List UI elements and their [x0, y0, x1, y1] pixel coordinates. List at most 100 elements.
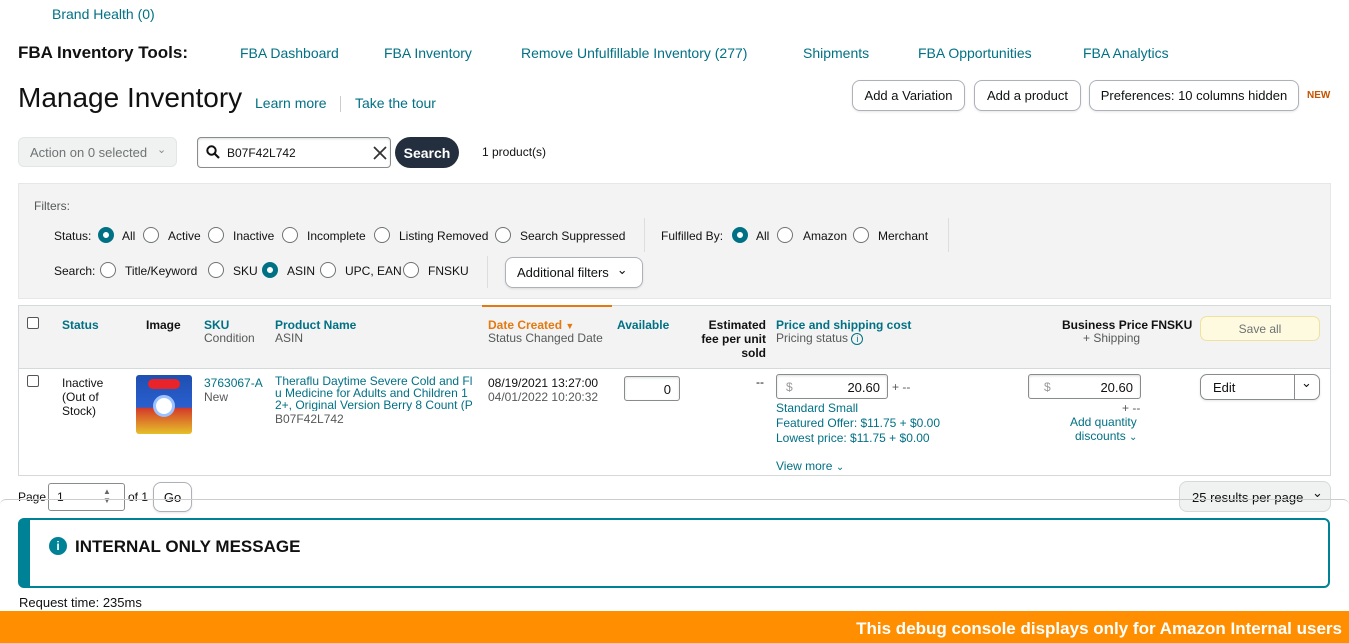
plus-shipping-subheader: + Shipping: [1083, 331, 1141, 345]
size-tier-link[interactable]: Standard Small: [776, 401, 858, 415]
search-radio-sku[interactable]: [208, 262, 224, 278]
asin-value: B07F42L742: [275, 412, 344, 426]
fulfilled-radio-all[interactable]: [732, 227, 748, 243]
search-filter-label: Search:: [54, 264, 96, 278]
action-dropdown-label: Action on 0 selected: [30, 145, 148, 160]
chevron-down-icon: ⌄: [157, 144, 167, 156]
status-radio-inactive[interactable]: [208, 227, 224, 243]
view-more-link[interactable]: View more ⌄: [776, 459, 844, 473]
search-input[interactable]: B07F42L742: [197, 137, 391, 168]
add-quantity-discounts-link[interactable]: Add quantity: [1070, 415, 1137, 429]
add-variation-button[interactable]: Add a Variation: [852, 80, 965, 111]
asin-column-subheader: ASIN: [275, 331, 304, 345]
filters-label: Filters:: [34, 199, 70, 213]
preferences-button[interactable]: Preferences: 10 columns hidden: [1089, 80, 1299, 111]
shipments-link[interactable]: Shipments: [803, 45, 869, 61]
sort-indicator: [482, 305, 612, 307]
condition-column-subheader: Condition: [204, 331, 255, 345]
search-icon: [206, 145, 220, 159]
divider: [948, 218, 949, 252]
product-name-column-header[interactable]: Product Name: [275, 318, 356, 332]
select-all-checkbox[interactable]: [27, 317, 39, 329]
search-radio-asin[interactable]: [262, 262, 278, 278]
fulfilled-option-label: Merchant: [878, 229, 929, 243]
add-quantity-discounts-link[interactable]: discounts ⌄: [1075, 429, 1137, 443]
action-dropdown[interactable]: Action on 0 selected ⌄: [18, 137, 177, 167]
fba-inventory-link[interactable]: FBA Inventory: [384, 45, 472, 61]
search-radio-title[interactable]: [100, 262, 116, 278]
fnsku-column-header: FNSKU: [1151, 318, 1193, 332]
brand-health-link[interactable]: Brand Health (0): [52, 6, 155, 22]
pill-icon: [153, 395, 175, 417]
status-option-label: Listing Removed: [399, 229, 489, 243]
save-all-button[interactable]: Save all: [1200, 316, 1320, 341]
chevron-down-icon[interactable]: ⌄: [1301, 375, 1312, 391]
status-option-label: All: [122, 229, 136, 243]
additional-filters-button[interactable]: Additional filters ⌄: [505, 257, 643, 288]
search-option-label: FNSKU: [428, 264, 469, 278]
fulfilled-option-label: All: [756, 229, 770, 243]
request-time: Request time: 235ms: [19, 595, 142, 610]
edit-button-label[interactable]: Edit: [1213, 380, 1235, 395]
product-name-link[interactable]: Theraflu Daytime Severe Cold and Fl u Me…: [275, 375, 477, 411]
product-image[interactable]: [136, 375, 192, 434]
sort-down-icon: ▼: [565, 321, 575, 331]
edit-split-button[interactable]: Edit ⌄: [1200, 374, 1320, 400]
fulfilled-option-label: Amazon: [803, 229, 848, 243]
theraflu-logo-icon: [148, 379, 180, 389]
pricing-status-subheader: Pricing status i: [776, 331, 864, 345]
search-radio-fnsku[interactable]: [403, 262, 419, 278]
divider: [1294, 375, 1295, 399]
condition-value: New: [204, 390, 229, 404]
fba-dashboard-link[interactable]: FBA Dashboard: [240, 45, 339, 61]
price-input[interactable]: $ 20.60: [776, 374, 888, 399]
search-option-label: SKU: [233, 264, 258, 278]
status-option-label: Incomplete: [307, 229, 366, 243]
fee-column-header: Estimated fee per unit sold: [701, 318, 766, 360]
fulfilled-radio-amazon[interactable]: [777, 227, 793, 243]
fba-opportunities-link[interactable]: FBA Opportunities: [918, 45, 1032, 61]
search-option-label: ASIN: [287, 264, 316, 278]
remove-unfulfillable-link[interactable]: Remove Unfulfillable Inventory (277): [521, 45, 747, 61]
row-checkbox[interactable]: [27, 375, 39, 387]
info-icon: i: [49, 537, 67, 555]
fee-value: --: [756, 375, 764, 389]
fba-analytics-link[interactable]: FBA Analytics: [1083, 45, 1169, 61]
chevron-down-icon: ⌄: [835, 462, 845, 473]
featured-offer-link[interactable]: Featured Offer: $11.75 + $0.00: [776, 416, 940, 430]
business-price-value: 20.60: [1100, 380, 1133, 395]
search-option-label: UPC, EAN: [345, 264, 402, 278]
search-option-label: Title/Keyword: [125, 264, 198, 278]
price-value: 20.60: [847, 380, 880, 395]
currency-symbol: $: [1044, 380, 1051, 394]
search-button[interactable]: Search: [395, 137, 459, 168]
status-radio-listing-removed[interactable]: [374, 227, 390, 243]
currency-symbol: $: [786, 380, 793, 394]
page-title: Manage Inventory: [18, 82, 243, 113]
new-badge: NEW: [1307, 90, 1331, 101]
divider: [644, 218, 645, 252]
search-input-value: B07F42L742: [227, 146, 296, 160]
price-column-header[interactable]: Price and shipping cost: [776, 318, 911, 332]
available-input[interactable]: 0: [624, 376, 680, 401]
fulfilled-radio-merchant[interactable]: [853, 227, 869, 243]
clear-icon[interactable]: [373, 146, 387, 160]
sku-link[interactable]: 3763067-A: [204, 376, 263, 390]
status-option-label: Inactive: [233, 229, 275, 243]
sku-column-header[interactable]: SKU: [204, 318, 229, 332]
status-column-header[interactable]: Status: [62, 318, 99, 332]
search-radio-upc[interactable]: [320, 262, 336, 278]
status-radio-search-suppressed[interactable]: [495, 227, 511, 243]
learn-more-link[interactable]: Learn more: [255, 95, 327, 111]
info-icon[interactable]: i: [851, 333, 864, 345]
status-radio-incomplete[interactable]: [282, 227, 298, 243]
lowest-price-link[interactable]: Lowest price: $11.75 + $0.00: [776, 431, 930, 445]
status-radio-active[interactable]: [143, 227, 159, 243]
available-value: 0: [663, 382, 671, 397]
status-radio-all[interactable]: [98, 227, 114, 243]
date-created-column-header[interactable]: Date Created ▼: [488, 318, 574, 332]
add-product-button[interactable]: Add a product: [974, 80, 1081, 111]
available-column-header[interactable]: Available: [617, 318, 669, 332]
business-price-input[interactable]: $ 20.60: [1028, 374, 1141, 399]
take-tour-link[interactable]: Take the tour: [355, 95, 436, 111]
